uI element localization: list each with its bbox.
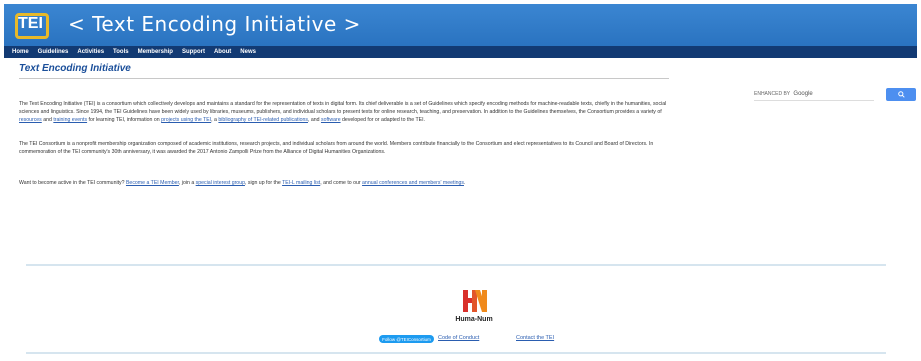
site-banner: TEI < Text Encoding Initiative > (4, 4, 917, 46)
page-title: Text Encoding Initiative (19, 63, 131, 74)
site-title[interactable]: < Text Encoding Initiative > (68, 12, 361, 36)
nav-item-support[interactable]: Support (182, 49, 205, 55)
code-of-conduct-link[interactable]: Code of Conduct (438, 335, 479, 341)
nav-item-home[interactable]: Home (12, 49, 29, 55)
nav-item-guidelines[interactable]: Guidelines (38, 49, 69, 55)
intro-text-3: for learning TEI, information on (87, 117, 162, 123)
main-nav: Home Guidelines Activities Tools Members… (4, 46, 917, 58)
twitter-follow-button[interactable]: Follow @TEIConsortium (379, 335, 434, 343)
huma-num-label: Huma-Num (455, 316, 493, 323)
become-member-link[interactable]: Become a TEI Member (126, 180, 179, 186)
software-link[interactable]: software (321, 117, 341, 123)
annual-conferences-link[interactable]: annual conferences and members' meetings (362, 180, 464, 186)
follow-label: Follow @TEIConsortium (382, 336, 431, 342)
footer-divider-bottom (26, 352, 886, 354)
nav-item-activities[interactable]: Activities (77, 49, 104, 55)
involved-text-4: , and come to our (320, 180, 363, 186)
involved-text-3: , sign up for the (244, 180, 283, 186)
contact-link[interactable]: Contact the TEI (516, 335, 554, 341)
nav-item-news[interactable]: News (240, 49, 256, 55)
special-interest-group-link[interactable]: special interest group (196, 180, 245, 186)
intro-text-1: The Text Encoding Initiative (TEI) is a … (19, 101, 667, 115)
nav-item-about[interactable]: About (214, 49, 231, 55)
intro-text-6: developed for or adapted to the TEI. (340, 117, 425, 123)
footer-divider-top (26, 264, 886, 266)
intro-paragraph: The Text Encoding Initiative (TEI) is a … (19, 100, 679, 124)
tei-logo[interactable]: TEI (12, 9, 52, 41)
mailing-list-link[interactable]: TEI-L mailing list (282, 180, 320, 186)
nav-item-membership[interactable]: Membership (138, 49, 173, 55)
get-involved-paragraph: Want to become active in the TEI communi… (19, 179, 679, 187)
consortium-paragraph: The TEI Consortium is a nonprofit member… (19, 141, 654, 155)
search-input[interactable]: ENHANCED BY Google (754, 88, 874, 101)
involved-text-1: Want to become active in the TEI communi… (19, 180, 126, 186)
search-enhanced-label: ENHANCED BY (754, 91, 791, 97)
training-events-link[interactable]: training events (53, 117, 87, 123)
title-divider (19, 78, 669, 79)
projects-link[interactable]: projects using the TEI (161, 117, 211, 123)
search-google-label: Google (793, 91, 813, 97)
bibliography-link[interactable]: bibliography of TEI-related publications (218, 117, 308, 123)
tei-home-page: TEI < Text Encoding Initiative > Home Gu… (0, 0, 921, 361)
search-icon (897, 91, 905, 98)
tei-logo-text: TEI (18, 15, 43, 32)
intro-text-5: , and (307, 117, 321, 123)
huma-num-logo-icon[interactable] (462, 289, 488, 313)
involved-text-2: , join a (178, 180, 196, 186)
resources-link[interactable]: resources (19, 117, 42, 123)
intro-text-2: and (41, 117, 54, 123)
nav-item-tools[interactable]: Tools (113, 49, 129, 55)
search-button[interactable] (886, 88, 916, 101)
involved-text-5: . (463, 180, 466, 186)
